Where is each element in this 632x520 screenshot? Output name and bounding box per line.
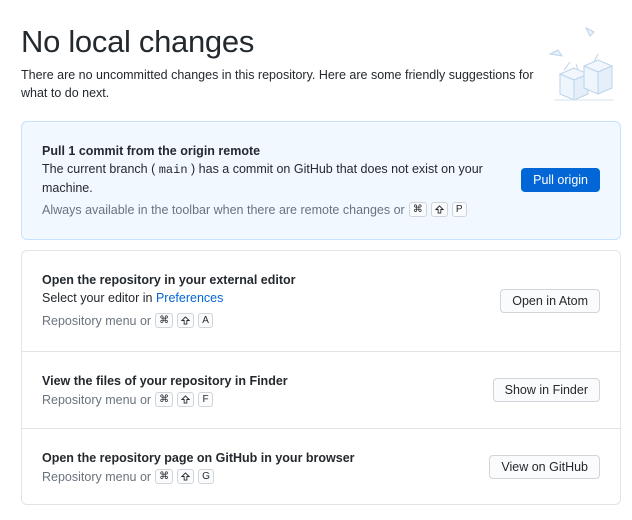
show-in-finder-button[interactable]: Show in Finder xyxy=(492,378,600,402)
command-icon: ⌘ xyxy=(408,202,427,217)
pull-description: The current branch ( main ) has a commit… xyxy=(42,160,512,197)
github-hint-text: Repository menu or xyxy=(42,469,152,484)
list-item: Open the repository page on GitHub in yo… xyxy=(22,428,620,504)
suggestions-list: Open the repository in your external edi… xyxy=(21,250,621,505)
shift-icon xyxy=(177,313,195,328)
branch-name: main xyxy=(158,163,188,177)
command-icon: ⌘ xyxy=(155,469,174,484)
editor-desc-text: Select your editor in xyxy=(42,291,153,305)
pull-origin-button[interactable]: Pull origin xyxy=(521,168,600,192)
github-heading: Open the repository page on GitHub in yo… xyxy=(42,451,355,465)
command-icon: ⌘ xyxy=(155,392,174,407)
view-on-github-button[interactable]: View on GitHub xyxy=(489,455,600,479)
shortcut-key: G xyxy=(198,469,214,484)
open-in-atom-button[interactable]: Open in Atom xyxy=(500,289,600,313)
shortcut-key: A xyxy=(198,313,214,328)
pull-origin-card: Pull 1 commit from the origin remote The… xyxy=(21,121,621,240)
empty-boxes-illustration xyxy=(548,26,614,101)
editor-hint: Repository menu or ⌘ A xyxy=(42,313,214,328)
shift-icon xyxy=(430,202,448,217)
pull-hint: Always available in the toolbar when the… xyxy=(42,202,467,217)
shortcut-key: F xyxy=(198,392,214,407)
pull-hint-text: Always available in the toolbar when the… xyxy=(42,202,405,217)
shortcut-key: P xyxy=(451,202,467,217)
preferences-link[interactable]: Preferences xyxy=(156,291,223,305)
finder-hint: Repository menu or ⌘ F xyxy=(42,392,214,407)
page-title: No local changes xyxy=(21,24,255,59)
editor-heading: Open the repository in your external edi… xyxy=(42,273,296,287)
editor-description: Select your editor in Preferences xyxy=(42,289,223,307)
github-hint: Repository menu or ⌘ G xyxy=(42,469,214,484)
list-item: Open the repository in your external edi… xyxy=(22,251,620,351)
editor-hint-text: Repository menu or xyxy=(42,313,152,328)
list-item: View the files of your repository in Fin… xyxy=(22,351,620,428)
finder-heading: View the files of your repository in Fin… xyxy=(42,374,288,388)
pull-heading: Pull 1 commit from the origin remote xyxy=(42,144,261,158)
shift-icon xyxy=(177,469,195,484)
shift-icon xyxy=(177,392,195,407)
finder-hint-text: Repository menu or xyxy=(42,392,152,407)
pull-desc-before: The current branch ( xyxy=(42,162,156,176)
page-subtitle: There are no uncommitted changes in this… xyxy=(21,68,534,100)
command-icon: ⌘ xyxy=(155,313,174,328)
